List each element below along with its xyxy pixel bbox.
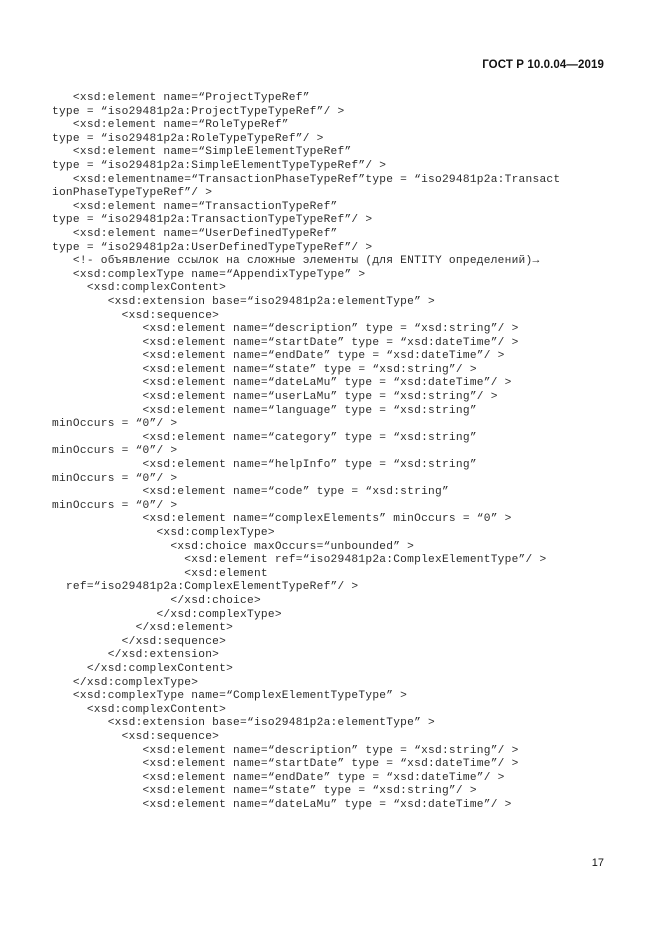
code-line: </xsd:choice> (52, 594, 261, 607)
code-line: <xsd:elementname=“TransactionPhaseTypeRe… (52, 173, 561, 186)
code-line: <xsd:element name=“description” type = “… (52, 323, 519, 336)
code-line: <xsd:element name=“state” type = “xsd:st… (52, 785, 477, 798)
code-line: <xsd:element name=“language” type = “xsd… (52, 404, 477, 417)
code-line: type = “iso29481p2a:ProjectTypeTypeRef”/… (52, 105, 345, 118)
code-line: <xsd:sequence> (52, 309, 220, 322)
code-line: <xsd:sequence> (52, 730, 220, 743)
code-line: <xsd:element name=“helpInfo” type = “xsd… (52, 459, 477, 472)
code-line: ionPhaseTypeTypeRef”/ > (52, 187, 213, 200)
document-page: ГОСТ Р 10.0.04—2019 <xsd:element name=“P… (0, 0, 661, 935)
code-line: <xsd:complexContent> (52, 703, 227, 716)
code-line: minOccurs = “0”/ > (52, 445, 178, 458)
code-line: minOccurs = “0”/ > (52, 418, 178, 431)
code-line: <xsd:element name=“userLaMu” type = “xsd… (52, 391, 498, 404)
code-line: <xsd:element name=“endDate” type = “xsd:… (52, 771, 505, 784)
code-line: </xsd:extension> (52, 649, 220, 662)
code-line: <xsd:choice maxOccurs=“unbounded” > (52, 540, 415, 553)
code-line: type = “iso29481p2a:UserDefinedTypeTypeR… (52, 241, 373, 254)
code-line: <xsd:element name=“dateLaMu” type = “xsd… (52, 798, 512, 811)
code-line: <xsd:complexType> (52, 527, 275, 539)
code-line: <xsd:element name=“UserDefinedTypeRef” (52, 227, 338, 240)
code-line: </xsd:complexType> (52, 676, 199, 689)
xsd-code-block: <xsd:element name=“ProjectTypeRef” type =… (52, 92, 632, 812)
code-line: <xsd:element (52, 567, 268, 580)
code-line: <xsd:element name=“endDate” type = “xsd:… (52, 350, 505, 363)
code-line: <xsd:complexType name=“ComplexElementTyp… (52, 690, 408, 703)
code-line: <xsd:element name=“SimpleElementTypeRef” (52, 146, 352, 159)
code-line: type = “iso29481p2a:RoleTypeTypeRef”/ > (52, 132, 324, 145)
code-line: <xsd:element name=“dateLaMu” type = “xsd… (52, 377, 512, 390)
code-line: type = “iso29481p2a:TransactionTypeTypeR… (52, 214, 373, 227)
code-line: <xsd:element name=“startDate” type = “xs… (52, 336, 519, 349)
code-line: <xsd:element name=“startDate” type = “xs… (52, 758, 519, 771)
code-line: </xsd:sequence> (52, 635, 227, 648)
page-number: 17 (591, 857, 604, 869)
code-line: <xsd:element name=“code” type = “xsd:str… (52, 486, 449, 499)
code-line: <!- объявление ссылок на сложные элемент… (52, 255, 540, 268)
code-line: ref=“iso29481p2a:ComplexElementTypeRef”/… (52, 581, 359, 594)
code-line: <xsd:element name=“ProjectTypeRef” (52, 92, 310, 104)
code-line: type = “iso29481p2a:SimpleElementTypeTyp… (52, 159, 387, 172)
code-line: minOccurs = “0”/ > (52, 499, 178, 512)
code-line: <xsd:element name=“state” type = “xsd:st… (52, 363, 477, 376)
code-line: </xsd:complexContent> (52, 662, 234, 675)
code-line: <xsd:element name=“TransactionTypeRef” (52, 200, 338, 213)
code-line: <xsd:element name=“RoleTypeRef” (52, 119, 289, 132)
code-line: </xsd:complexType> (52, 608, 282, 621)
code-line: <xsd:element name=“description” type = “… (52, 744, 519, 757)
standard-header: ГОСТ Р 10.0.04—2019 (482, 59, 604, 71)
code-line: <xsd:element ref=“iso29481p2a:ComplexEle… (52, 554, 547, 567)
code-line: <xsd:element name=“category” type = “xsd… (52, 431, 477, 444)
code-line: </xsd:element> (52, 622, 234, 635)
code-line: minOccurs = “0”/ > (52, 472, 178, 485)
code-line: <xsd:extension base=“iso29481p2a:element… (52, 717, 435, 730)
code-line: <xsd:complexType name=“AppendixTypeType”… (52, 268, 366, 281)
code-line: <xsd:extension base=“iso29481p2a:element… (52, 295, 435, 308)
code-line: <xsd:element name=“complexElements” minO… (52, 513, 512, 526)
code-line: <xsd:complexContent> (52, 282, 227, 295)
